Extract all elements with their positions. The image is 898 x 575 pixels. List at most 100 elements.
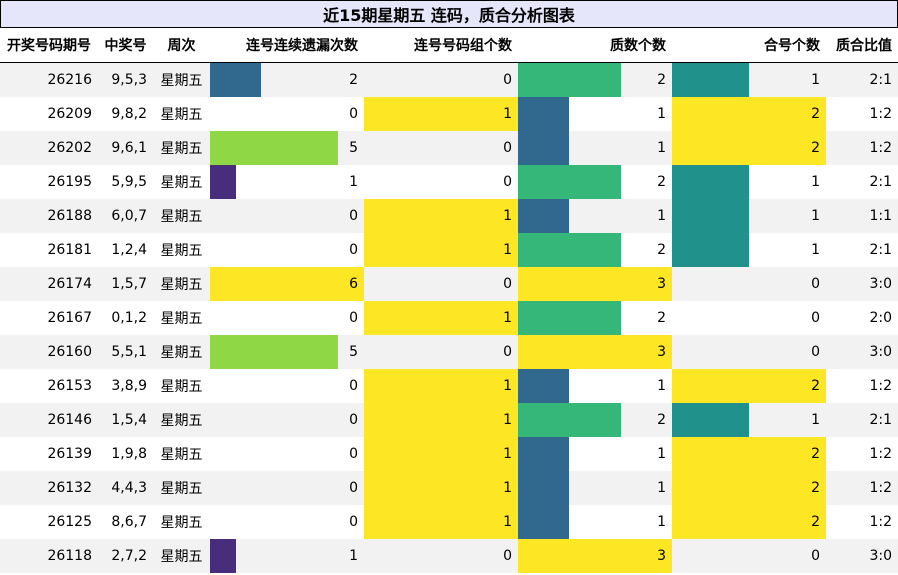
cell-composites: 2	[672, 97, 826, 131]
cell-miss-fill	[210, 267, 364, 301]
cell-groups: 0	[364, 539, 518, 573]
cell-week: 星期五	[160, 175, 203, 191]
cell-miss-value: 0	[349, 106, 358, 122]
cell-composites-fill	[672, 437, 826, 471]
cell-miss: 0	[210, 471, 364, 505]
cell-ratio: 1:2	[869, 140, 892, 156]
header-week: 周次	[153, 28, 210, 63]
cell-miss: 6	[210, 267, 364, 301]
cell-ratio: 3:0	[869, 344, 892, 360]
cell-composites: 0	[672, 301, 826, 335]
cell-ratio: 3:0	[869, 276, 892, 292]
cell-miss-value: 0	[349, 208, 358, 224]
cell-primes-fill	[518, 131, 569, 165]
cell-issue: 26216	[47, 72, 92, 88]
cell-composites-value: 2	[811, 140, 820, 156]
table-row: 26153 3,8,9 星期五 0 1 1 2 1:2	[0, 369, 898, 403]
cell-primes-fill	[518, 369, 569, 403]
cell-ratio: 2:1	[869, 174, 892, 190]
cell-composites-value: 2	[811, 106, 820, 122]
cell-composites-value: 2	[811, 446, 820, 462]
header-row: 开奖号码期号 中奖号 周次 连号连续遗漏次数 连号号码组个数 质数个数 合号个数…	[0, 28, 898, 63]
cell-composites-fill	[672, 199, 749, 233]
cell-groups: 1	[364, 199, 518, 233]
header-groups: 连号号码组个数	[364, 28, 518, 63]
cell-composites-value: 1	[811, 208, 820, 224]
cell-composites-value: 1	[811, 174, 820, 190]
cell-issue: 26209	[47, 106, 92, 122]
cell-miss-value: 1	[349, 548, 358, 564]
cell-ratio: 2:0	[869, 310, 892, 326]
cell-groups: 0	[364, 165, 518, 199]
cell-number: 2,7,2	[111, 548, 147, 564]
header-primes: 质数个数	[518, 28, 672, 63]
cell-primes-value: 2	[657, 174, 666, 190]
cell-ratio: 1:2	[869, 514, 892, 530]
cell-groups-fill	[364, 505, 518, 539]
cell-week: 星期五	[160, 243, 203, 259]
cell-issue: 26139	[47, 446, 92, 462]
cell-composites-value: 0	[811, 548, 820, 564]
cell-primes-fill	[518, 539, 672, 573]
cell-groups: 0	[364, 267, 518, 301]
cell-primes-fill	[518, 267, 672, 301]
cell-groups: 1	[364, 505, 518, 539]
cell-primes: 3	[518, 335, 672, 369]
cell-miss-value: 5	[349, 140, 358, 156]
cell-number: 8,6,7	[111, 514, 147, 530]
cell-groups: 1	[364, 233, 518, 267]
cell-composites-value: 1	[811, 242, 820, 258]
cell-primes: 1	[518, 131, 672, 165]
cell-miss: 0	[210, 97, 364, 131]
cell-primes-value: 1	[657, 378, 666, 394]
table-row: 26209 9,8,2 星期五 0 1 1 2 1:2	[0, 97, 898, 131]
cell-primes: 2	[518, 63, 672, 97]
cell-groups-value: 0	[503, 174, 512, 190]
cell-composites-fill	[672, 63, 749, 97]
table-row: 26216 9,5,3 星期五 2 0 2 1 2:1	[0, 62, 898, 97]
cell-ratio: 2:1	[869, 242, 892, 258]
cell-miss: 2	[210, 63, 364, 97]
cell-number: 9,6,1	[111, 140, 147, 156]
cell-groups-fill	[364, 437, 518, 471]
cell-groups: 1	[364, 301, 518, 335]
cell-composites-value: 2	[811, 514, 820, 530]
cell-groups-value: 0	[503, 72, 512, 88]
cell-groups-value: 1	[503, 208, 512, 224]
cell-composites-fill	[672, 505, 826, 539]
cell-miss-value: 0	[349, 242, 358, 258]
cell-groups-value: 1	[503, 514, 512, 530]
header-number: 中奖号	[98, 28, 153, 63]
cell-primes: 3	[518, 539, 672, 573]
cell-primes-fill	[518, 505, 569, 539]
cell-composites: 1	[672, 199, 826, 233]
cell-primes-fill	[518, 97, 569, 131]
cell-week: 星期五	[160, 311, 203, 327]
cell-issue: 26195	[47, 174, 92, 190]
cell-primes: 1	[518, 505, 672, 539]
cell-composites-value: 1	[811, 72, 820, 88]
cell-composites-fill	[672, 97, 826, 131]
cell-groups-value: 0	[503, 344, 512, 360]
cell-composites: 2	[672, 471, 826, 505]
cell-groups: 1	[364, 97, 518, 131]
cell-primes: 2	[518, 233, 672, 267]
cell-groups-fill	[364, 403, 518, 437]
cell-composites: 1	[672, 233, 826, 267]
cell-groups-fill	[364, 97, 518, 131]
cell-composites: 2	[672, 437, 826, 471]
cell-composites: 0	[672, 539, 826, 573]
cell-composites-value: 1	[811, 412, 820, 428]
cell-miss: 0	[210, 301, 364, 335]
cell-number: 5,9,5	[111, 174, 147, 190]
cell-groups: 0	[364, 335, 518, 369]
cell-number: 0,1,2	[111, 310, 147, 326]
cell-groups-value: 1	[503, 446, 512, 462]
cell-issue: 26188	[47, 208, 92, 224]
cell-primes: 1	[518, 437, 672, 471]
table-row: 26181 1,2,4 星期五 0 1 2 1 2:1	[0, 233, 898, 267]
cell-ratio: 1:2	[869, 378, 892, 394]
cell-primes-fill	[518, 335, 672, 369]
cell-primes-value: 1	[657, 106, 666, 122]
cell-miss-value: 6	[349, 276, 358, 292]
